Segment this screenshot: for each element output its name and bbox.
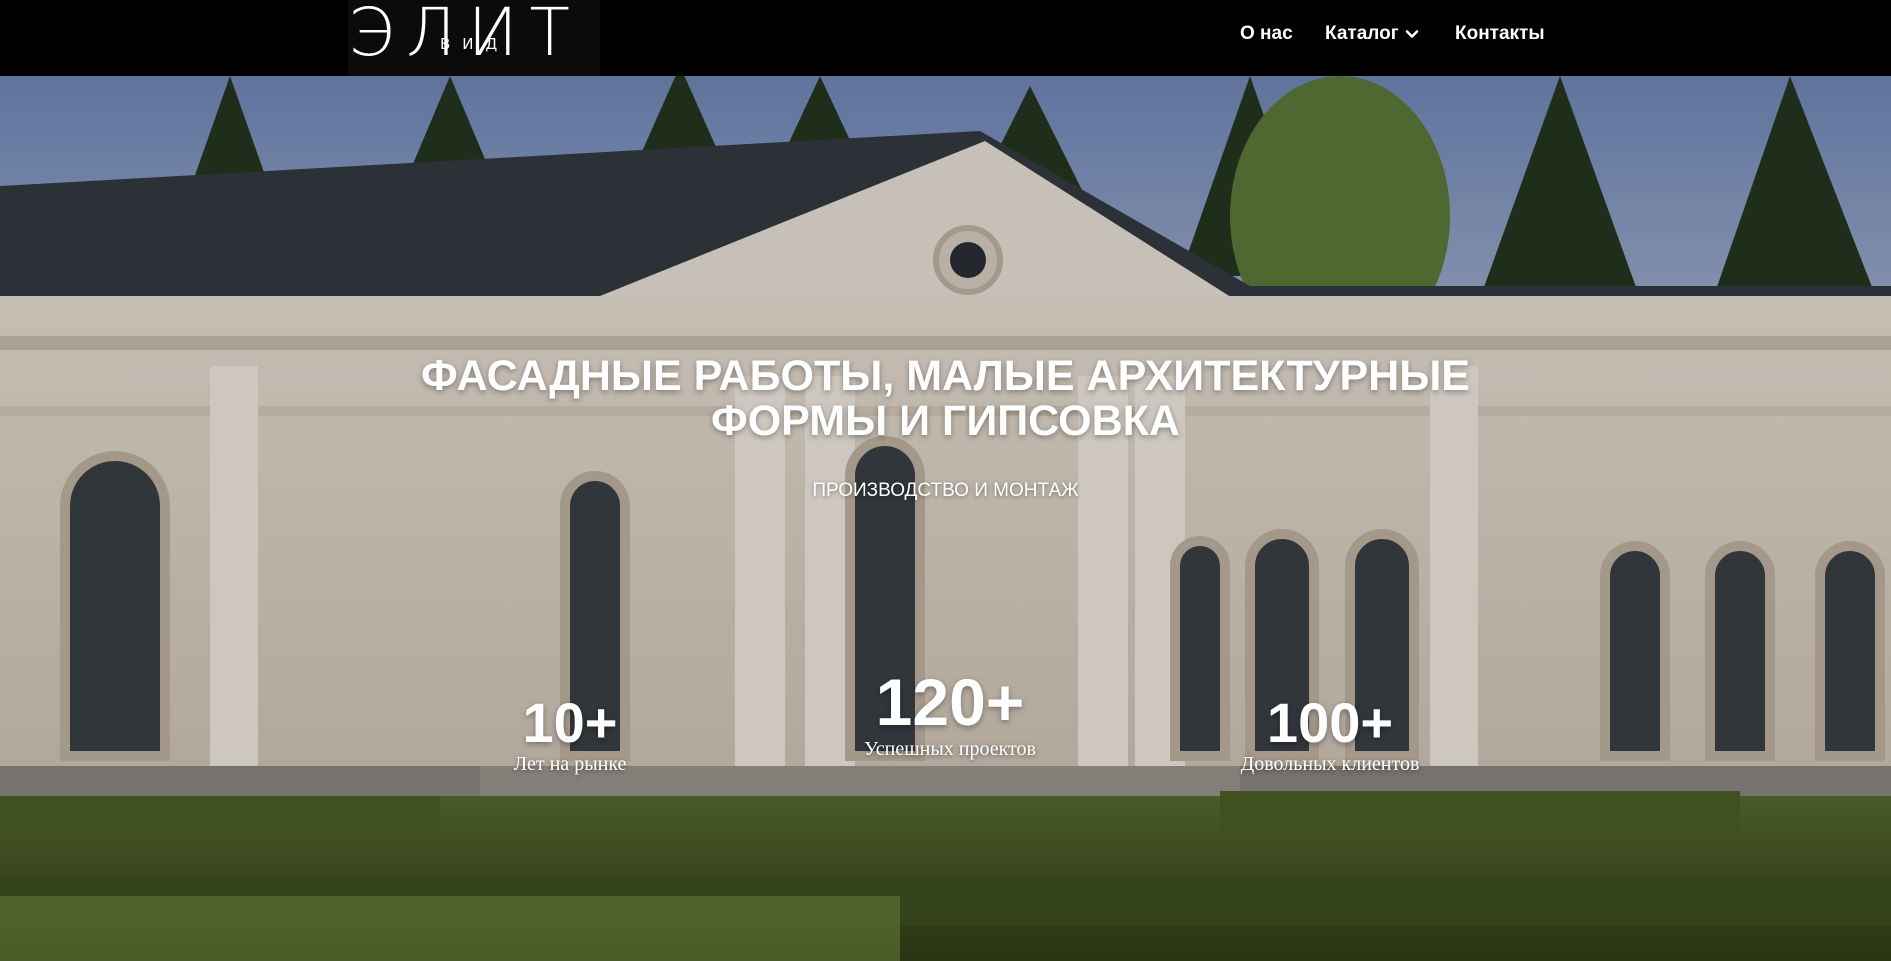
- stat-years: 10+ Лет на рынке: [470, 693, 670, 776]
- stat-years-value: 10+: [522, 691, 618, 754]
- site-header: ЭЛИТ ВИД О нас Каталог Контакты: [0, 0, 1891, 76]
- nav-item-contacts[interactable]: Контакты: [1455, 22, 1545, 46]
- stat-years-label: Лет на рынке: [513, 753, 627, 775]
- nav-item-catalog-label: Каталог: [1325, 23, 1399, 44]
- stat-projects-label: Успешных проектов: [864, 738, 1036, 760]
- stat-clients-value: 100+: [1266, 691, 1394, 754]
- chevron-down-icon: [1405, 30, 1418, 38]
- hero-section: ФАСАДНЫЕ РАБОТЫ, МАЛЫЕ АРХИТЕКТУРНЫЕ ФОР…: [0, 76, 1891, 961]
- hero-title: ФАСАДНЫЕ РАБОТЫ, МАЛЫЕ АРХИТЕКТУРНЫЕ ФОР…: [0, 354, 1891, 444]
- hero-title-line-1: ФАСАДНЫЕ РАБОТЫ, МАЛЫЕ АРХИТЕКТУРНЫЕ: [421, 352, 1470, 400]
- logo-sub-text: ВИД: [440, 35, 510, 53]
- nav-item-about[interactable]: О нас: [1240, 22, 1293, 46]
- stat-projects-value: 120+: [875, 665, 1025, 739]
- site-logo[interactable]: ЭЛИТ ВИД: [348, 0, 600, 76]
- stat-projects: 120+ Успешных проектов: [800, 666, 1100, 761]
- stat-clients-label: Довольных клиентов: [1240, 753, 1420, 775]
- hero-title-line-2: ФОРМЫ И ГИПСОВКА: [711, 397, 1180, 445]
- nav-item-catalog[interactable]: Каталог: [1325, 22, 1419, 46]
- hero-subtitle: ПРОИЗВОДСТВО И МОНТАЖ: [812, 480, 1079, 501]
- hero-overlay: [0, 76, 1891, 961]
- stat-clients: 100+ Довольных клиентов: [1180, 693, 1480, 776]
